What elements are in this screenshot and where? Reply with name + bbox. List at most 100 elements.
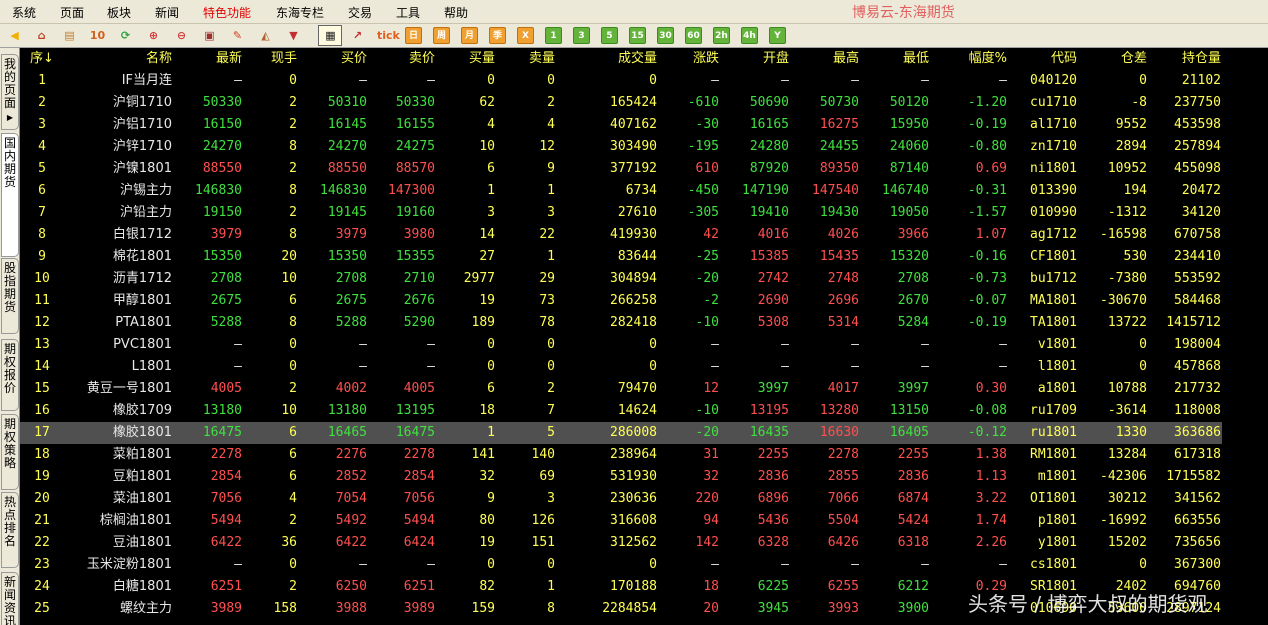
period-icon[interactable]: 3 — [573, 27, 590, 44]
side-tab-2[interactable]: 股指期货 — [1, 258, 19, 334]
menu-item-3[interactable]: 新闻 — [155, 4, 179, 21]
cell-code: l1801 — [1037, 359, 1077, 374]
cell-open: 4016 — [757, 227, 789, 242]
column-header-open[interactable]: 开盘 — [719, 48, 789, 70]
menu-item-1[interactable]: 页面 — [60, 4, 84, 21]
cell-bidv: 4 — [487, 117, 495, 132]
side-tab-0[interactable]: 我的页面 ▶ — [1, 54, 19, 130]
cell-high: 147540 — [812, 183, 859, 198]
menu-item-0[interactable]: 系统 — [12, 4, 36, 21]
column-header-oichg[interactable]: 仓差 — [1077, 48, 1147, 70]
cell-vol: 8 — [289, 315, 297, 330]
column-header-seq[interactable]: 序↓ — [20, 48, 64, 70]
cell-seq: 4 — [38, 139, 46, 154]
menu-item-8[interactable]: 帮助 — [444, 4, 468, 21]
period-icon[interactable]: 1 — [545, 27, 562, 44]
cell-seq: 22 — [34, 535, 50, 550]
menu-item-5[interactable]: 东海专栏 — [276, 4, 324, 21]
cell-chg: — — [711, 557, 719, 572]
cell-oichg: 194 — [1123, 183, 1147, 198]
cell-seq: 25 — [34, 601, 50, 616]
pencil-icon[interactable]: ✎ — [229, 27, 246, 44]
cell-pct: 1.74 — [975, 513, 1007, 528]
cell-chg: 220 — [695, 491, 719, 506]
cell-askv: 9 — [547, 161, 555, 176]
period-icon[interactable]: X — [517, 27, 534, 44]
column-header-bidv[interactable]: 买量 — [435, 48, 495, 70]
cell-ask: 24275 — [395, 139, 435, 154]
back-arrow-icon[interactable]: ◀ — [6, 27, 23, 44]
cell-bid: 6422 — [335, 535, 367, 550]
cell-vol: 6 — [289, 447, 297, 462]
cell-askv: 2 — [547, 381, 555, 396]
cell-code: 040120 — [1030, 73, 1077, 88]
cell-oichg: 30212 — [1107, 491, 1147, 506]
menu-item-6[interactable]: 交易 — [348, 4, 372, 21]
column-header-chg[interactable]: 涨跌 — [657, 48, 719, 70]
speaker-icon[interactable]: ◭ — [257, 27, 274, 44]
period-icon[interactable]: 4h — [741, 27, 758, 44]
refresh-icon[interactable]: ⟳ — [117, 27, 134, 44]
quote-table-icon[interactable]: ▦ — [322, 27, 339, 44]
cell-pct: -1.20 — [967, 95, 1007, 110]
cell-open: 13195 — [749, 403, 789, 418]
menu-item-2[interactable]: 板块 — [107, 4, 131, 21]
column-header-code[interactable]: 代码 — [1007, 48, 1077, 70]
period-icon[interactable]: 60 — [685, 27, 702, 44]
column-header-name[interactable]: 名称 — [64, 48, 172, 70]
side-tab-1[interactable]: 国内期货 — [1, 133, 19, 257]
notepad-icon[interactable]: ▤ — [61, 27, 78, 44]
cell-bidv: 19 — [479, 535, 495, 550]
cell-chg: — — [711, 73, 719, 88]
zoom-out-icon[interactable]: ⊖ — [173, 27, 190, 44]
period-icon[interactable]: Y — [769, 27, 786, 44]
cell-oichg: 1330 — [1115, 425, 1147, 440]
cell-bidv: 189 — [471, 315, 495, 330]
menu-item-4[interactable]: 特色功能 — [203, 4, 251, 21]
column-header-vol[interactable]: 现手 — [242, 48, 297, 70]
column-header-ask[interactable]: 卖价 — [367, 48, 435, 70]
cell-oichg: 2894 — [1115, 139, 1147, 154]
cell-open: 50690 — [749, 95, 789, 110]
column-header-oi[interactable]: 持仓量 — [1147, 48, 1221, 70]
cell-total: 266258 — [610, 293, 657, 308]
trend-chart-icon[interactable]: ↗ — [349, 27, 366, 44]
period-icon[interactable]: 月 — [461, 27, 478, 44]
side-tab-5[interactable]: 热点排名 — [1, 492, 19, 568]
period-icon[interactable]: 5 — [601, 27, 618, 44]
column-header-last[interactable]: 最新 — [172, 48, 242, 70]
period-icon[interactable]: 2h — [713, 27, 730, 44]
tick-icon[interactable]: tick — [377, 27, 400, 44]
home-icon[interactable]: ⌂ — [33, 27, 50, 44]
cell-seq: 16 — [34, 403, 50, 418]
column-header-high[interactable]: 最高 — [789, 48, 859, 70]
column-header-bid[interactable]: 买价 — [297, 48, 367, 70]
period-icon[interactable]: 日 — [405, 27, 422, 44]
cell-name: 沥青1712 — [112, 271, 172, 286]
column-header-askv[interactable]: 卖量 — [495, 48, 555, 70]
menu-item-7[interactable]: 工具 — [396, 4, 420, 21]
side-tab-3[interactable]: 期权报价 — [1, 339, 19, 411]
cell-oi: 457868 — [1174, 359, 1221, 374]
column-header-pct[interactable]: 幅度% — [929, 48, 1007, 70]
cell-low: — — [921, 359, 929, 374]
column-header-low[interactable]: 最低 — [859, 48, 929, 70]
side-tab-4[interactable]: 期权策略 — [1, 414, 19, 490]
side-tab-6[interactable]: 新闻资讯 — [1, 572, 19, 625]
period-icon[interactable]: 周 — [433, 27, 450, 44]
window-icon[interactable]: ▣ — [201, 27, 218, 44]
cell-bid: 16465 — [327, 425, 367, 440]
tenday-icon[interactable]: 10 — [89, 27, 106, 44]
cell-high: 13280 — [819, 403, 859, 418]
cell-code: TA1801 — [1030, 315, 1077, 330]
filter-icon[interactable]: ▼ — [285, 27, 302, 44]
cell-chg: — — [711, 359, 719, 374]
period-icon[interactable]: 15 — [629, 27, 646, 44]
cell-ask: 2278 — [403, 447, 435, 462]
cell-oichg: -1312 — [1107, 205, 1147, 220]
cell-bidv: 0 — [487, 73, 495, 88]
zoom-in-icon[interactable]: ⊕ — [145, 27, 162, 44]
period-icon[interactable]: 季 — [489, 27, 506, 44]
column-header-total[interactable]: 成交量 — [555, 48, 657, 70]
period-icon[interactable]: 30 — [657, 27, 674, 44]
